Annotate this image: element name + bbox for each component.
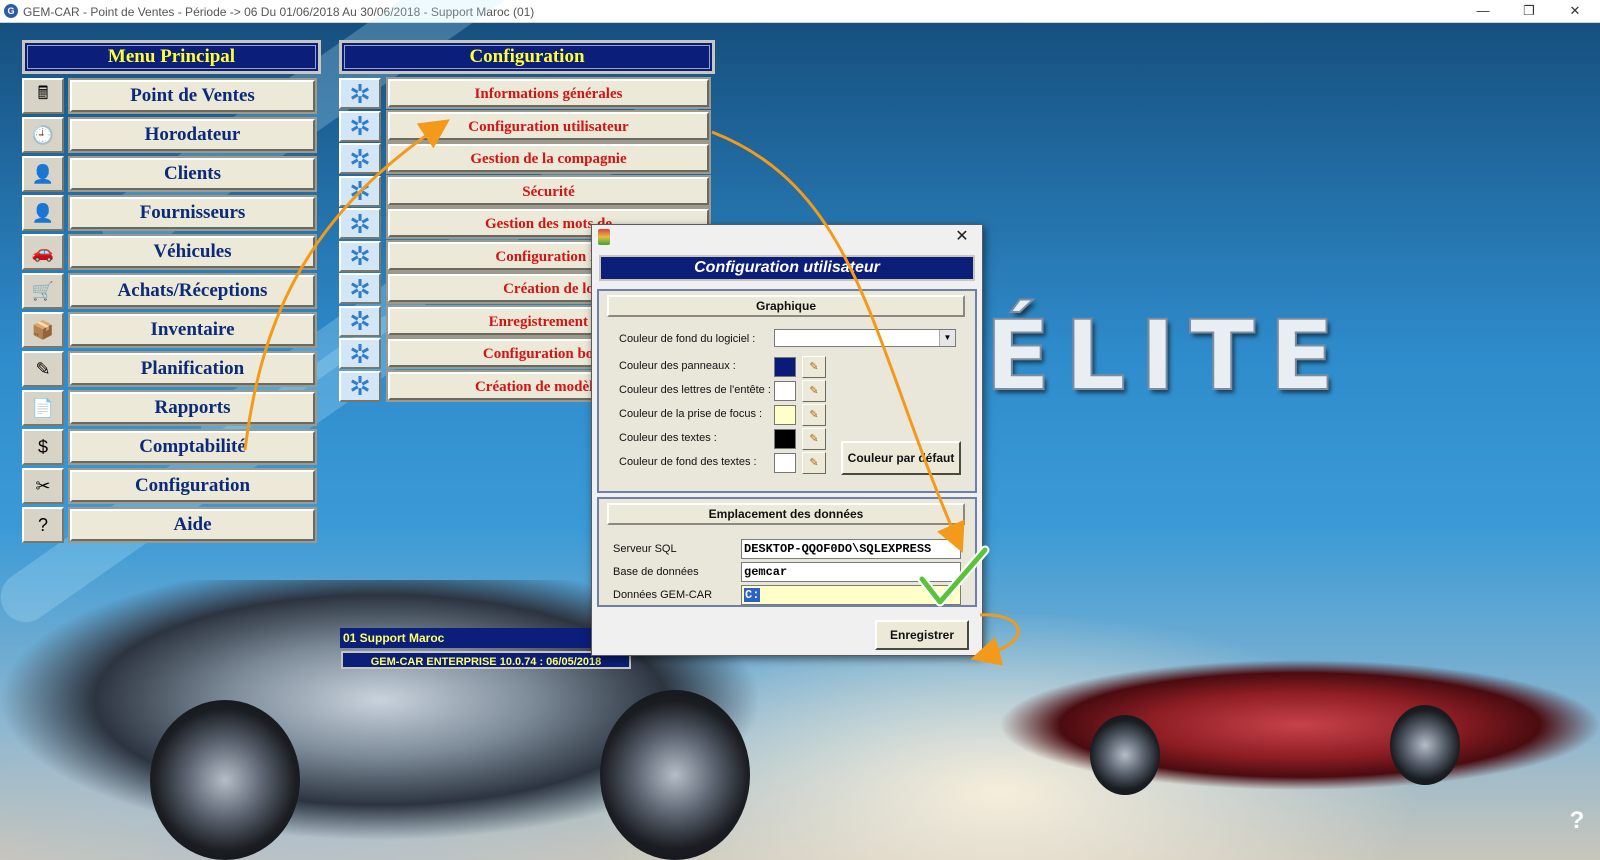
annotation-arrow [970,613,1020,666]
annotation-overlay [243,119,1020,666]
checkmark-icon [919,547,988,605]
annotation-arrow [243,119,450,451]
annotation-arrow [711,130,965,554]
